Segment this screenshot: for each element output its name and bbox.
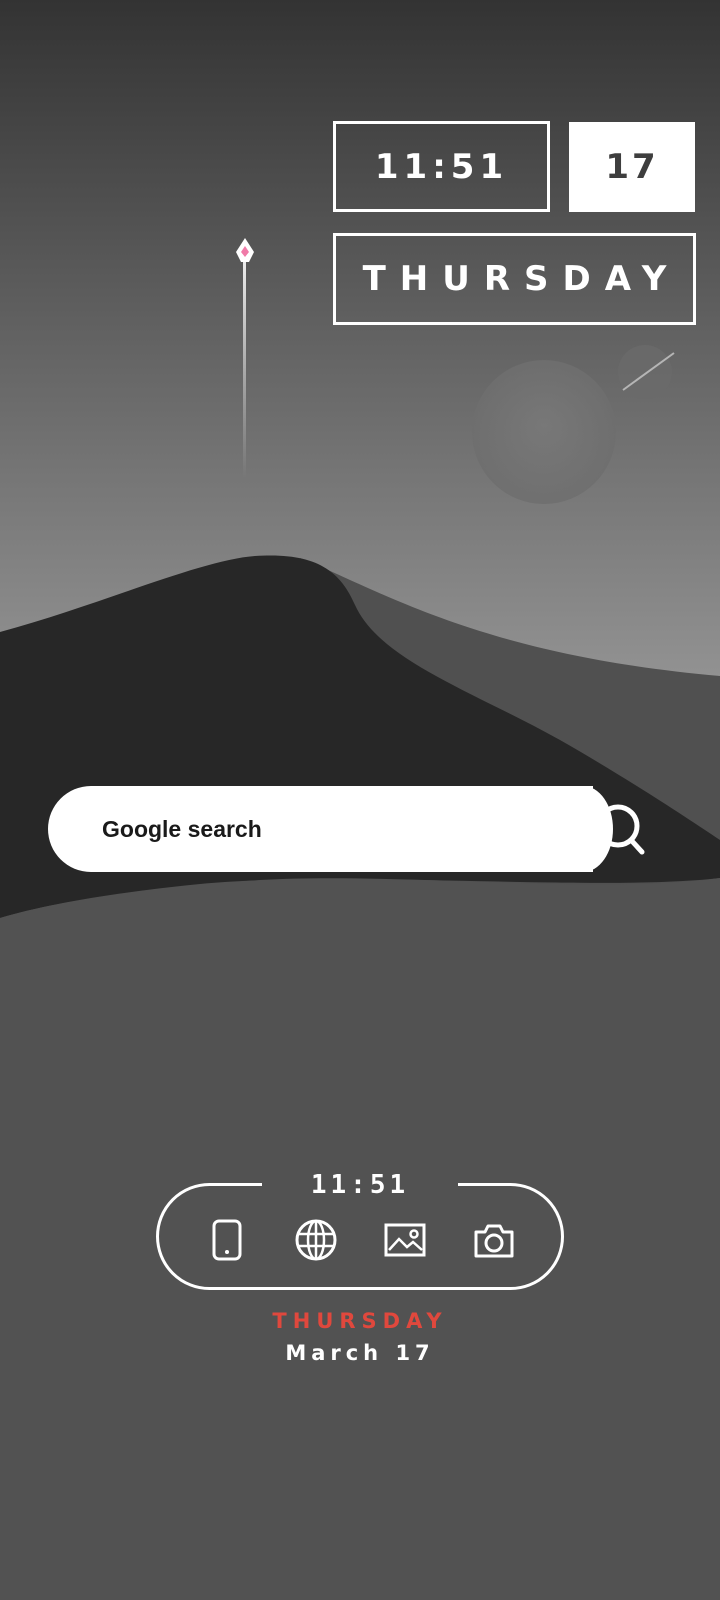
search-bar[interactable]: Google search	[48, 786, 613, 872]
phone-icon	[212, 1219, 242, 1261]
browser-app-button[interactable]	[292, 1216, 340, 1264]
search-label: Google search	[102, 816, 262, 842]
planet-small	[618, 345, 672, 399]
search-icon	[596, 804, 645, 855]
search-button[interactable]	[592, 800, 652, 860]
clock-day-widget[interactable]: THURSDAY	[333, 233, 696, 325]
planet-large	[472, 360, 616, 504]
clock-time-widget[interactable]: 11:51	[333, 121, 550, 212]
globe-icon	[295, 1219, 337, 1261]
dock-day-label: THURSDAY	[272, 1309, 448, 1333]
clock-date-widget[interactable]: 17	[569, 122, 695, 212]
dock-clock[interactable]: 11:51	[262, 1170, 458, 1200]
phone-app-button[interactable]	[203, 1216, 251, 1264]
gallery-app-button[interactable]	[381, 1216, 429, 1264]
rocket-trail	[243, 258, 246, 478]
image-icon	[384, 1223, 426, 1257]
dock-date-label: March 17	[285, 1341, 435, 1365]
camera-icon	[474, 1224, 514, 1258]
camera-app-button[interactable]	[470, 1216, 518, 1264]
